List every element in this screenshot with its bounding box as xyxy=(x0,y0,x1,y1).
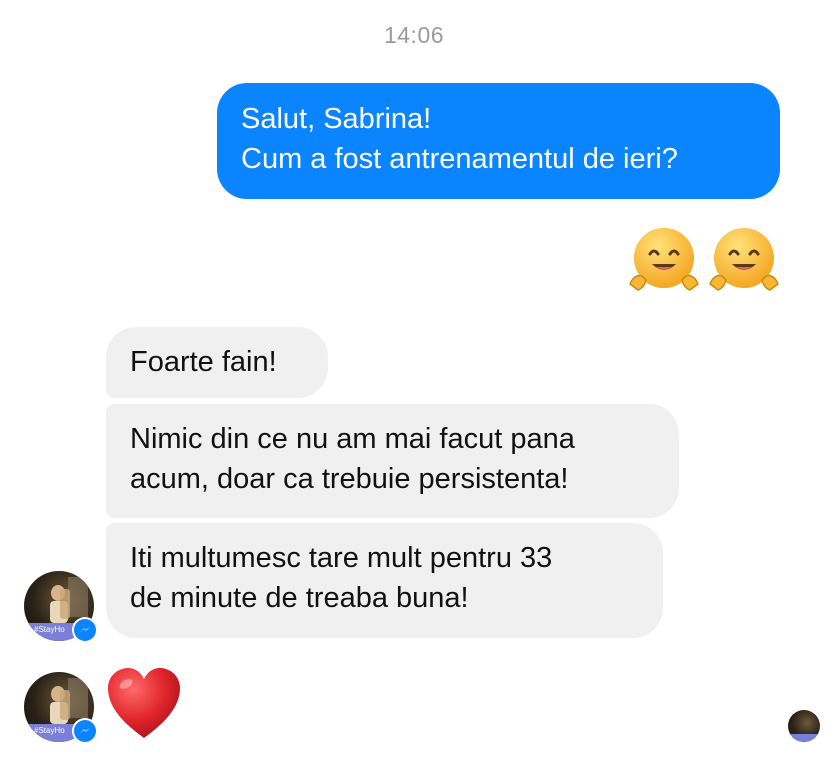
hugging-face-icon xyxy=(704,222,784,302)
red-heart-icon[interactable] xyxy=(104,664,184,744)
incoming-message-bubble[interactable]: Iti multumesc tare mult pentru 33 de min… xyxy=(106,523,663,638)
message-timestamp: 14:06 xyxy=(383,22,445,48)
outgoing-emoji-row[interactable] xyxy=(624,222,784,302)
hugging-face-icon xyxy=(624,222,704,302)
contact-avatar[interactable]: #StayHo xyxy=(24,672,98,744)
read-receipt-avatar xyxy=(788,710,820,742)
contact-avatar[interactable]: #StayHo xyxy=(24,571,98,643)
incoming-message-bubble[interactable]: Nimic din ce nu am mai facut pana acum, … xyxy=(106,404,679,518)
incoming-message-bubble[interactable]: Foarte fain! xyxy=(106,327,328,398)
messenger-icon xyxy=(72,617,98,643)
outgoing-message-bubble[interactable]: Salut, Sabrina! Cum a fost antrenamentul… xyxy=(217,83,780,199)
messenger-icon xyxy=(72,718,98,744)
